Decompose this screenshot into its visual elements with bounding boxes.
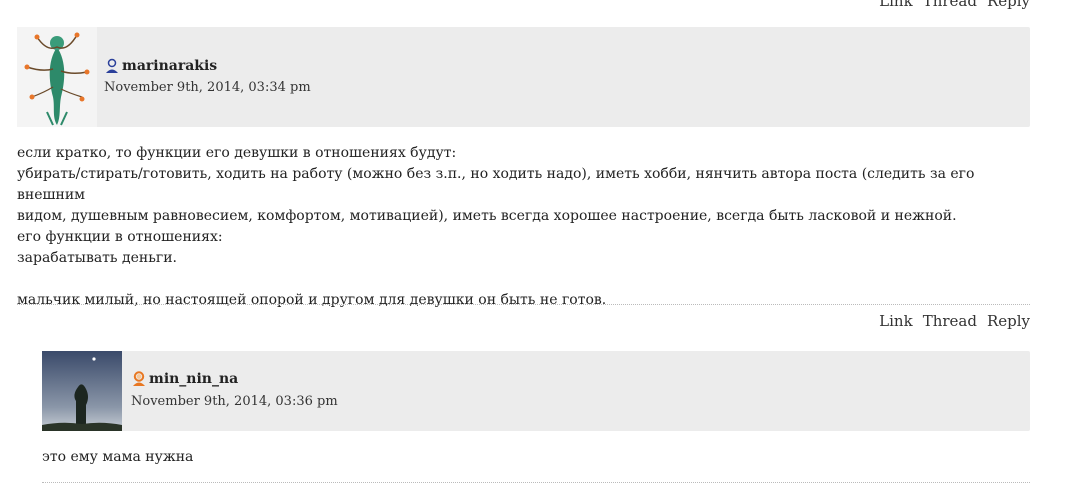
link-button[interactable]: Link [879, 0, 913, 10]
comment-actions: Link Thread Reply [879, 312, 1030, 330]
comment-body: это ему мама нужна [42, 449, 194, 465]
divider [17, 304, 1030, 305]
thread-button[interactable]: Thread [923, 0, 977, 10]
link-button[interactable]: Link [879, 312, 913, 330]
comment-date: November 9th, 2014, 03:36 pm [131, 394, 338, 409]
username-line: min_nin_na [131, 371, 238, 387]
user-icon[interactable] [131, 371, 147, 387]
avatar[interactable] [42, 351, 122, 431]
comment-body: если кратко, то функции его девушки в от… [17, 145, 975, 308]
reply-button[interactable]: Reply [987, 0, 1030, 10]
username-link[interactable]: marinarakis [122, 58, 217, 74]
comment-date: November 9th, 2014, 03:34 pm [104, 80, 311, 95]
comment-header [42, 351, 1030, 431]
user-icon[interactable] [104, 58, 120, 74]
previous-comment-actions: Link Thread Reply [879, 0, 1030, 10]
thread-button[interactable]: Thread [923, 312, 977, 330]
avatar[interactable] [17, 27, 97, 127]
username-line: marinarakis [104, 58, 217, 74]
divider [42, 482, 1030, 483]
reply-button[interactable]: Reply [987, 312, 1030, 330]
username-link[interactable]: min_nin_na [149, 371, 238, 387]
comment-header [17, 27, 1030, 127]
